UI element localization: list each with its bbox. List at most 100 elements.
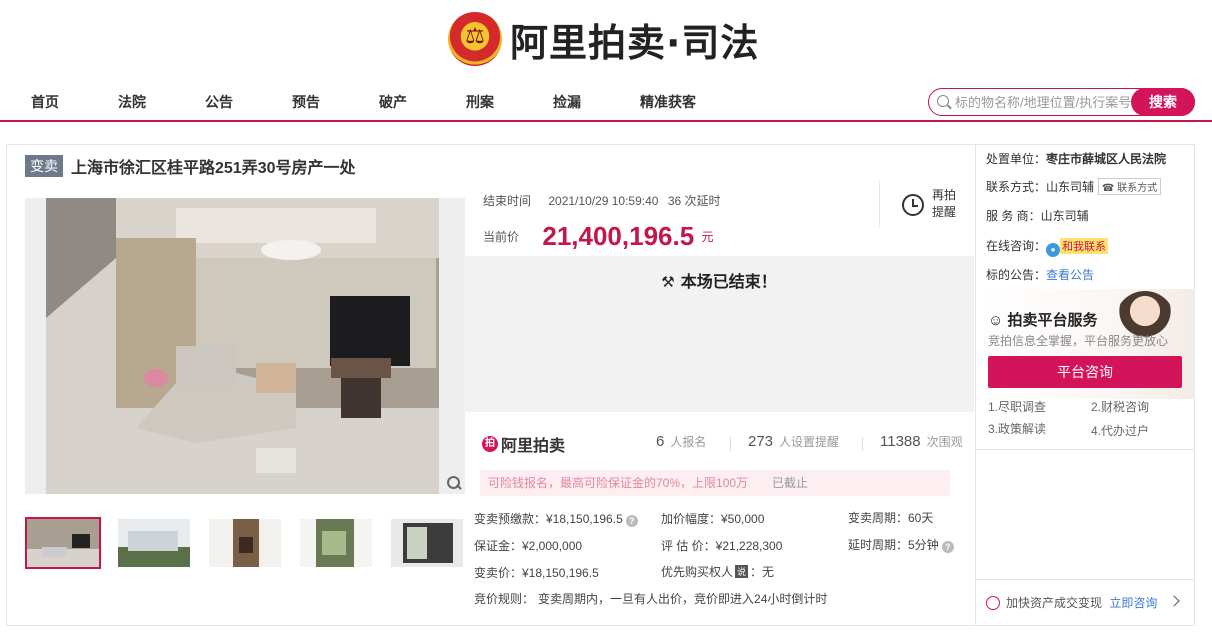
thumbnail-3[interactable] bbox=[207, 517, 283, 569]
living-room-photo bbox=[46, 198, 439, 494]
right-sidebar: 处置单位：枣庄市薛城区人民法院 联系方式：山东司辅 ☎ 联系方式 服 务 商：山东… bbox=[975, 144, 1195, 626]
service-title: ☺ 拍卖平台服务 bbox=[988, 309, 1098, 330]
rebid-reminder[interactable]: 再拍提醒 bbox=[879, 181, 974, 227]
sidebar-divider bbox=[976, 579, 1195, 580]
thumbnail-5[interactable] bbox=[389, 517, 465, 569]
online-consult-row: 在线咨询： ● 和我联系 bbox=[986, 237, 1109, 257]
sale-type-badge: 变卖 bbox=[25, 155, 63, 177]
consult-now-link[interactable]: 立即咨询 bbox=[1109, 596, 1157, 610]
price-unit: 元 bbox=[701, 230, 714, 244]
price-label: 当前价 bbox=[483, 230, 520, 244]
info-tag-icon[interactable]: 说 bbox=[735, 565, 749, 578]
priority-buyer: 优先购买权人说：无 bbox=[661, 563, 774, 580]
service-policy-interpretation[interactable]: 3.政策解读 bbox=[988, 420, 1046, 437]
thumbnail-4[interactable] bbox=[298, 517, 374, 569]
notice-status: 已截止 bbox=[772, 476, 809, 490]
gavel-icon: ⚒ bbox=[661, 273, 675, 291]
auction-ended-message: ⚒ 本场已结束！ bbox=[464, 268, 974, 292]
item-title-row: 变卖 上海市徐汇区桂平路251弄30号房产一处 bbox=[25, 154, 356, 178]
nav-item-courts[interactable]: 法院 bbox=[118, 92, 146, 112]
service-due-diligence[interactable]: 1.尽职调查 bbox=[988, 398, 1046, 415]
nav-item-bargain[interactable]: 捡漏 bbox=[553, 92, 581, 112]
provider-label: 服 务 商： bbox=[986, 209, 1041, 223]
auction-stats: 拍阿里拍卖 6 人报名 273 人设置提醒 11388 次围观 bbox=[464, 428, 974, 458]
asset-sale-promo[interactable]: 加快资产成交变现 立即咨询 bbox=[986, 594, 1157, 611]
help-icon[interactable]: ? bbox=[625, 515, 638, 527]
search-icon bbox=[937, 95, 949, 107]
nav-item-precise-leads[interactable]: 精准获客 bbox=[640, 92, 696, 112]
service-subtitle: 竞拍信息全掌握，平台服务更放心 bbox=[988, 334, 1169, 348]
ali-auction-logo: 拍阿里拍卖 bbox=[482, 432, 565, 456]
online-consult-label: 在线咨询： bbox=[986, 239, 1047, 253]
help-icon[interactable]: ? bbox=[941, 541, 954, 553]
money-hand-icon bbox=[986, 596, 1000, 610]
alarm-clock-icon bbox=[902, 194, 924, 216]
court-row: 处置单位：枣庄市薛城区人民法院 bbox=[986, 150, 1166, 167]
court-label: 处置单位： bbox=[986, 152, 1047, 166]
extension-count: 36 次延时 bbox=[667, 194, 721, 208]
bidding-rules: 竞价规则： 变卖周期内，一旦有人出价，竞价即进入24小时倒计时 bbox=[474, 590, 827, 607]
thumbnail-2[interactable] bbox=[116, 517, 192, 569]
platform-service-card: ☺ 拍卖平台服务 竞拍信息全掌握，平台服务更放心 平台咨询 bbox=[976, 289, 1195, 399]
view-count: 11388 次围观 bbox=[880, 433, 963, 450]
contact-row: 联系方式：山东司辅 ☎ 联系方式 bbox=[986, 178, 1162, 195]
delay-period-text: 延时周期：5分钟 bbox=[848, 538, 939, 552]
appraisal-price: 评 估 价：¥21,228,300 bbox=[661, 539, 783, 553]
auction-ended-panel: ⚒ 本场已结束！ bbox=[464, 256, 974, 412]
deposit-insurance-notice[interactable]: 可险钱报名，最高可险保证金的70%，上限100万 已截止 bbox=[480, 470, 950, 496]
view-count-value: 11388 bbox=[880, 433, 921, 450]
stat-divider bbox=[862, 437, 863, 451]
item-title: 上海市徐汇区桂平路251弄30号房产一处 bbox=[71, 160, 356, 177]
court-name[interactable]: 枣庄市薛城区人民法院 bbox=[1046, 152, 1166, 166]
search-input[interactable] bbox=[955, 93, 1135, 111]
search-button[interactable]: 搜索 bbox=[1131, 88, 1195, 116]
thumbnail-strip bbox=[25, 515, 465, 571]
end-time-label: 结束时间 bbox=[483, 194, 532, 208]
nav-item-criminal[interactable]: 刑案 bbox=[466, 92, 494, 112]
site-title: 阿里拍卖·司法 bbox=[510, 20, 760, 65]
platform-consult-button[interactable]: 平台咨询 bbox=[988, 356, 1182, 388]
signup-count-value: 6 bbox=[656, 433, 665, 450]
view-count-label: 次围观 bbox=[926, 435, 963, 449]
service-transfer-agency[interactable]: 4.代办过户 bbox=[1091, 422, 1149, 439]
end-time-value: 2021/10/29 10:59:40 bbox=[548, 194, 659, 208]
bid-increment: 加价幅度：¥50,000 bbox=[661, 512, 765, 526]
priority-buyer-label: 优先购买权人 bbox=[661, 565, 734, 579]
stat-divider bbox=[730, 437, 731, 451]
signup-count-label: 人报名 bbox=[670, 435, 707, 449]
view-announcement-link[interactable]: 查看公告 bbox=[1046, 268, 1094, 282]
notice-text: 可险钱报名，最高可险保证金的70%，上限100万 bbox=[488, 476, 749, 490]
signup-count: 6 人报名 bbox=[656, 433, 706, 450]
service-tax-consult[interactable]: 2.财税咨询 bbox=[1091, 398, 1149, 415]
sale-price: 变卖价：¥18,150,196.5 bbox=[474, 566, 599, 580]
provider-row: 服 务 商：山东司辅 bbox=[986, 207, 1089, 224]
delay-period: 延时周期：5分钟? bbox=[848, 536, 954, 553]
site-logo[interactable]: 阿里拍卖·司法 bbox=[448, 8, 759, 70]
phone-icon: ☎ bbox=[1102, 183, 1118, 194]
sale-period: 变卖周期：60天 bbox=[848, 511, 934, 525]
zoom-icon[interactable] bbox=[445, 474, 463, 492]
service-title-text: 拍卖平台服务 bbox=[1007, 312, 1098, 329]
contact-label: 联系方式： bbox=[986, 180, 1047, 194]
deposit-amount: 保证金：¥2,000,000 bbox=[474, 539, 583, 553]
court-emblem-icon bbox=[448, 12, 502, 66]
service-logo-icon: ☺ bbox=[988, 312, 1008, 329]
provider-name: 山东司辅 bbox=[1040, 209, 1089, 223]
bidding-rules-text: 变卖周期内，一旦有人出价，竞价即进入24小时倒计时 bbox=[538, 592, 828, 606]
chevron-right-icon[interactable] bbox=[1168, 595, 1180, 607]
main-photo-viewer[interactable] bbox=[25, 198, 465, 494]
nav-item-announcements[interactable]: 公告 bbox=[205, 92, 233, 112]
thumbnail-1[interactable] bbox=[25, 517, 101, 569]
ali-logo-text: 阿里拍卖 bbox=[501, 438, 566, 455]
contact-me-button[interactable]: 和我联系 bbox=[1060, 238, 1109, 254]
nav-item-bankruptcy[interactable]: 破产 bbox=[379, 92, 407, 112]
nav-item-home[interactable]: 首页 bbox=[31, 92, 59, 112]
priority-buyer-value: ：无 bbox=[750, 565, 775, 579]
phone-contact-button[interactable]: ☎ 联系方式 bbox=[1098, 178, 1162, 195]
contact-name: 山东司辅 bbox=[1046, 180, 1095, 194]
chat-icon[interactable]: ● bbox=[1046, 243, 1061, 257]
bidding-rules-label: 竞价规则： bbox=[474, 592, 535, 606]
nav-item-preview[interactable]: 预告 bbox=[292, 92, 320, 112]
asset-sale-text: 加快资产成交变现 bbox=[1006, 596, 1103, 610]
reminder-count: 273 人设置提醒 bbox=[748, 433, 839, 450]
